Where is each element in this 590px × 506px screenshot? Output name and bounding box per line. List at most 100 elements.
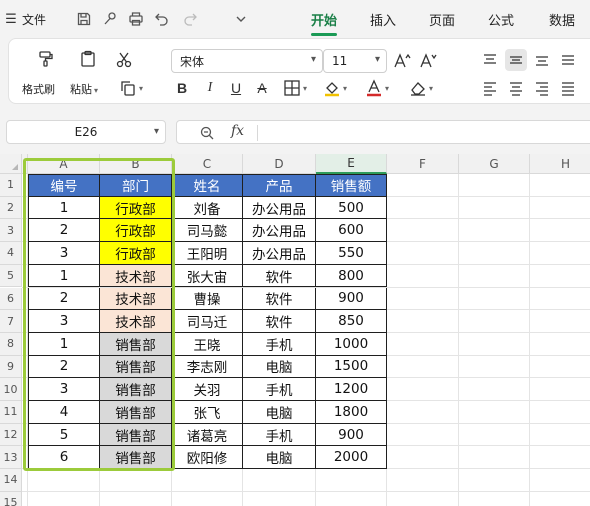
cell-name[interactable]: 张飞 [172,401,243,424]
justify-icon[interactable] [557,77,579,99]
cell-department[interactable]: 行政部 [100,242,172,265]
row-header-12[interactable]: 12 [0,423,22,447]
chevron-down-icon[interactable]: ▾ [154,126,159,137]
column-header-d[interactable]: D [243,154,316,174]
cell-sales[interactable]: 1800 [316,401,387,424]
cell-department[interactable]: 销售部 [100,355,172,379]
cell-department[interactable]: 技术部 [100,287,172,311]
cell-name[interactable]: 诸葛亮 [172,423,243,447]
cell-sales[interactable]: 1000 [316,332,387,356]
brush-icon[interactable] [98,0,122,38]
font-size-select[interactable]: 11 ▾ [323,49,387,73]
cell-product[interactable]: 电脑 [243,401,316,424]
column-header-g[interactable]: G [459,154,530,174]
cell-department[interactable]: 销售部 [100,423,172,447]
cell-id[interactable]: 1 [28,196,100,220]
cell-department[interactable]: 销售部 [100,401,172,424]
cell-product[interactable]: 手机 [243,423,316,447]
row-header-2[interactable]: 2 [0,196,22,220]
row-header-15[interactable]: 15 [0,491,22,506]
cell-sales[interactable]: 550 [316,242,387,265]
table-header-product[interactable]: 产品 [243,174,316,197]
cell-id[interactable]: 2 [28,219,100,243]
paste-icon[interactable] [76,47,100,71]
align-top-icon[interactable] [479,49,501,71]
file-menu[interactable]: 文件 [22,0,56,38]
increase-font-icon[interactable] [391,49,413,73]
strikethrough-icon[interactable]: A [251,77,273,99]
font-color-icon[interactable]: ▾ [359,77,395,99]
align-bottom-icon[interactable] [531,49,553,71]
cell-name[interactable]: 司马迁 [172,310,243,333]
cell-sales[interactable]: 900 [316,423,387,447]
underline-icon[interactable]: U [225,77,247,99]
cell-product[interactable]: 办公用品 [243,196,316,220]
zoom-icon[interactable] [199,125,215,141]
row-header-7[interactable]: 7 [0,310,22,333]
cell-department[interactable]: 技术部 [100,310,172,333]
column-header-c[interactable]: C [172,154,243,174]
format-painter-label[interactable]: 格式刷 [22,81,55,97]
copy-icon[interactable]: ▾ [113,77,149,99]
bold-icon[interactable]: B [171,77,193,99]
cell-sales[interactable]: 1200 [316,378,387,401]
cell-name[interactable]: 李志刚 [172,355,243,379]
decrease-font-icon[interactable] [417,49,439,73]
cell-name[interactable]: 王阳明 [172,242,243,265]
paste-dropdown-icon[interactable]: ▾ [94,86,98,95]
cell-id[interactable]: 3 [28,310,100,333]
cell-department[interactable]: 销售部 [100,446,172,470]
cell-sales[interactable]: 2000 [316,446,387,470]
paste-button[interactable]: 粘贴 ▾ [70,81,98,97]
row-header-14[interactable]: 14 [0,469,22,492]
column-header-b[interactable]: B [100,154,172,174]
cell-id[interactable]: 3 [28,378,100,401]
wrap-icon[interactable] [557,49,579,71]
cell-name[interactable]: 刘备 [172,196,243,220]
cell-id[interactable]: 2 [28,287,100,311]
font-name-select[interactable]: 宋体 ▾ [171,49,323,73]
tab-formulas[interactable]: 公式 [481,0,521,38]
cell-department[interactable]: 销售部 [100,378,172,401]
format-painter-icon[interactable] [34,47,58,71]
column-header-h[interactable]: H [530,154,590,174]
align-middle-icon[interactable] [505,49,527,71]
row-header-3[interactable]: 3 [0,219,22,243]
table-header-id[interactable]: 编号 [28,174,100,197]
column-header-a[interactable]: A [28,154,100,174]
cell-product[interactable]: 电脑 [243,446,316,470]
table-header-department[interactable]: 部门 [100,174,172,197]
table-header-sales[interactable]: 销售额 [316,174,387,197]
cell-id[interactable]: 3 [28,242,100,265]
column-header-e[interactable]: E [316,154,387,174]
menu-icon[interactable]: ☰ [4,0,18,38]
border-icon[interactable]: ▾ [277,77,313,99]
row-header-8[interactable]: 8 [0,332,22,356]
row-header-13[interactable]: 13 [0,446,22,470]
cell-name[interactable]: 曹操 [172,287,243,311]
cell-id[interactable]: 5 [28,423,100,447]
column-header-f[interactable]: F [387,154,459,174]
row-header-1[interactable]: 1 [0,174,22,197]
cell-product[interactable]: 电脑 [243,355,316,379]
clear-format-icon[interactable]: ▾ [403,77,439,99]
tab-insert[interactable]: 插入 [363,0,403,38]
redo-icon[interactable] [178,0,202,38]
cell-id[interactable]: 2 [28,355,100,379]
cell-id[interactable]: 1 [28,264,100,288]
cell-sales[interactable]: 800 [316,264,387,288]
cell-id[interactable]: 6 [28,446,100,470]
fx-icon[interactable]: fx [231,123,244,139]
cell-name[interactable]: 欧阳修 [172,446,243,470]
cell-sales[interactable]: 600 [316,219,387,243]
spreadsheet-grid[interactable]: ABCDEFGH 1 2 3 4 5 6 7 8 9 10 11 12 13 14 15 编号 部门 姓名 产品销… [0,154,590,506]
align-center-icon[interactable] [505,77,527,99]
cell-department[interactable]: 销售部 [100,332,172,356]
cell-product[interactable]: 办公用品 [243,242,316,265]
table-header-name[interactable]: 姓名 [172,174,243,197]
cell-sales[interactable]: 1500 [316,355,387,379]
cell-department[interactable]: 行政部 [100,196,172,220]
formula-input[interactable]: fx [176,120,590,144]
tab-data[interactable]: 数据 [542,0,582,38]
cell-name[interactable]: 司马懿 [172,219,243,243]
